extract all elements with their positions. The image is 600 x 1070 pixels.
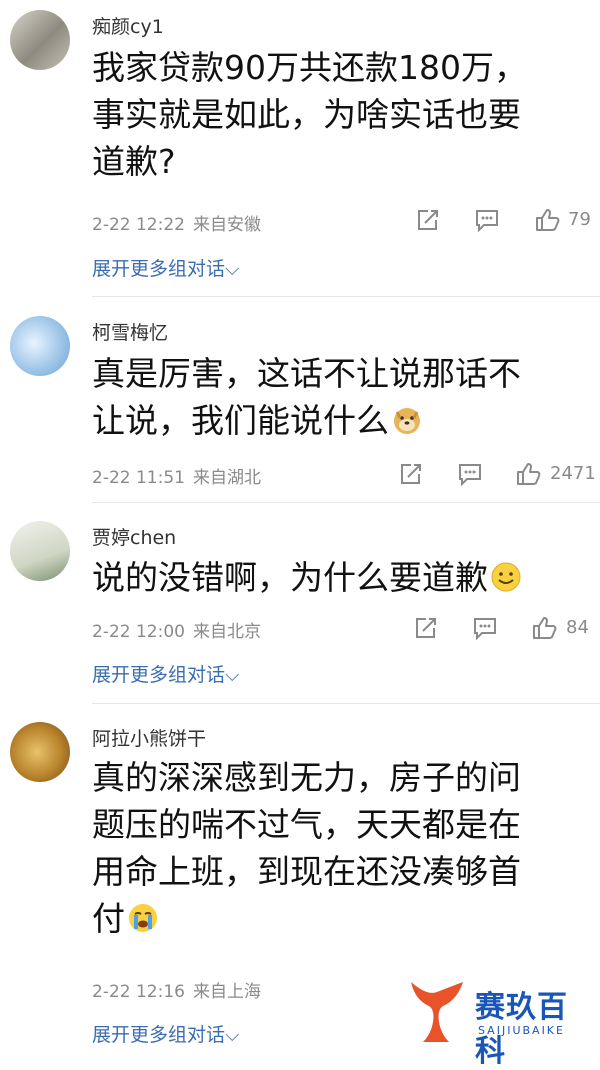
comment-line: 题压的喘不过气，天天都是在 — [92, 805, 521, 844]
comment-line: 事实就是如此，为啥实话也要 — [92, 95, 521, 134]
username[interactable]: 痴颜cy1 — [92, 12, 164, 39]
smile-emoji-icon — [491, 562, 521, 592]
location: 来自安徽 — [192, 215, 261, 235]
reply-icon[interactable] — [471, 614, 499, 642]
timestamp: 2-22 12:16 — [92, 982, 185, 1002]
username[interactable]: 阿拉小熊饼干 — [92, 724, 206, 751]
username[interactable]: 贾婷chen — [92, 523, 176, 550]
chevron-down-icon: ⌵ — [225, 258, 240, 280]
expand-replies-link[interactable]: 展开更多组对话⌵ — [92, 1020, 239, 1047]
avatar[interactable] — [10, 10, 70, 70]
comment-text: 真的深深感到无力，房子的问 题压的喘不过气，天天都是在 用命上班，到现在还没凑够… — [92, 754, 592, 942]
share-icon[interactable] — [413, 206, 441, 234]
comment-line: 我家贷款90万共还款180万， — [92, 48, 527, 87]
chevron-down-icon: ⌵ — [225, 664, 240, 686]
doge-emoji-icon — [394, 408, 420, 434]
comment-meta: 2-22 12:22 来自安徽 — [92, 210, 261, 235]
avatar[interactable] — [10, 316, 70, 376]
comment-meta: 2-22 11:51 来自湖北 — [92, 463, 261, 488]
timestamp: 2-22 11:51 — [92, 468, 185, 488]
reply-icon[interactable] — [456, 460, 484, 488]
like-count: 79 — [568, 209, 591, 230]
chevron-down-icon: ⌵ — [225, 1024, 240, 1046]
expand-replies-link[interactable]: 展开更多组对话⌵ — [92, 660, 239, 687]
location: 来自湖北 — [192, 468, 261, 488]
comment-line: 让说，我们能说什么 — [92, 401, 389, 440]
comment-meta: 2-22 12:16 来自上海 — [92, 977, 261, 1002]
watermark-subtitle: SAIJIUBAIKE — [478, 1024, 565, 1037]
watermark-logo: 赛玖百科 SAIJIUBAIKE — [405, 972, 595, 1069]
username[interactable]: 柯雪梅忆 — [92, 318, 168, 345]
comment-text: 真是厉害，这话不让说那话不 让说，我们能说什么 — [92, 350, 592, 444]
like-count: 2471 — [550, 463, 596, 484]
timestamp: 2-22 12:00 — [92, 622, 185, 642]
comment-meta: 2-22 12:00 来自北京 — [92, 617, 261, 642]
reply-icon[interactable] — [473, 206, 501, 234]
comment-line: 真的深深感到无力，房子的问 — [92, 758, 521, 797]
share-icon[interactable] — [396, 460, 424, 488]
location: 来自上海 — [192, 982, 261, 1002]
divider — [92, 296, 600, 297]
share-icon[interactable] — [411, 614, 439, 642]
comment-line: 用命上班，到现在还没凑够首 — [92, 852, 521, 891]
comment-line: 道歉? — [92, 142, 176, 181]
like-count: 84 — [566, 617, 589, 638]
crying-emoji-icon — [129, 904, 157, 932]
location: 来自北京 — [192, 622, 261, 642]
comment-line: 真是厉害，这话不让说那话不 — [92, 354, 521, 393]
comment-line: 说的没错啊，为什么要道歉 — [92, 558, 488, 597]
like-icon[interactable] — [533, 206, 561, 234]
expand-replies-link[interactable]: 展开更多组对话⌵ — [92, 254, 239, 281]
avatar[interactable] — [10, 521, 70, 581]
avatar[interactable] — [10, 722, 70, 782]
divider — [92, 502, 600, 503]
timestamp: 2-22 12:22 — [92, 215, 185, 235]
comment-text: 我家贷款90万共还款180万， 事实就是如此，为啥实话也要 道歉? — [92, 44, 592, 185]
comment-text: 说的没错啊，为什么要道歉 — [92, 554, 592, 601]
comment-line: 付 — [92, 899, 125, 938]
divider — [92, 703, 600, 704]
like-icon[interactable] — [514, 460, 542, 488]
like-icon[interactable] — [530, 614, 558, 642]
whale-tail-icon — [411, 982, 463, 1042]
